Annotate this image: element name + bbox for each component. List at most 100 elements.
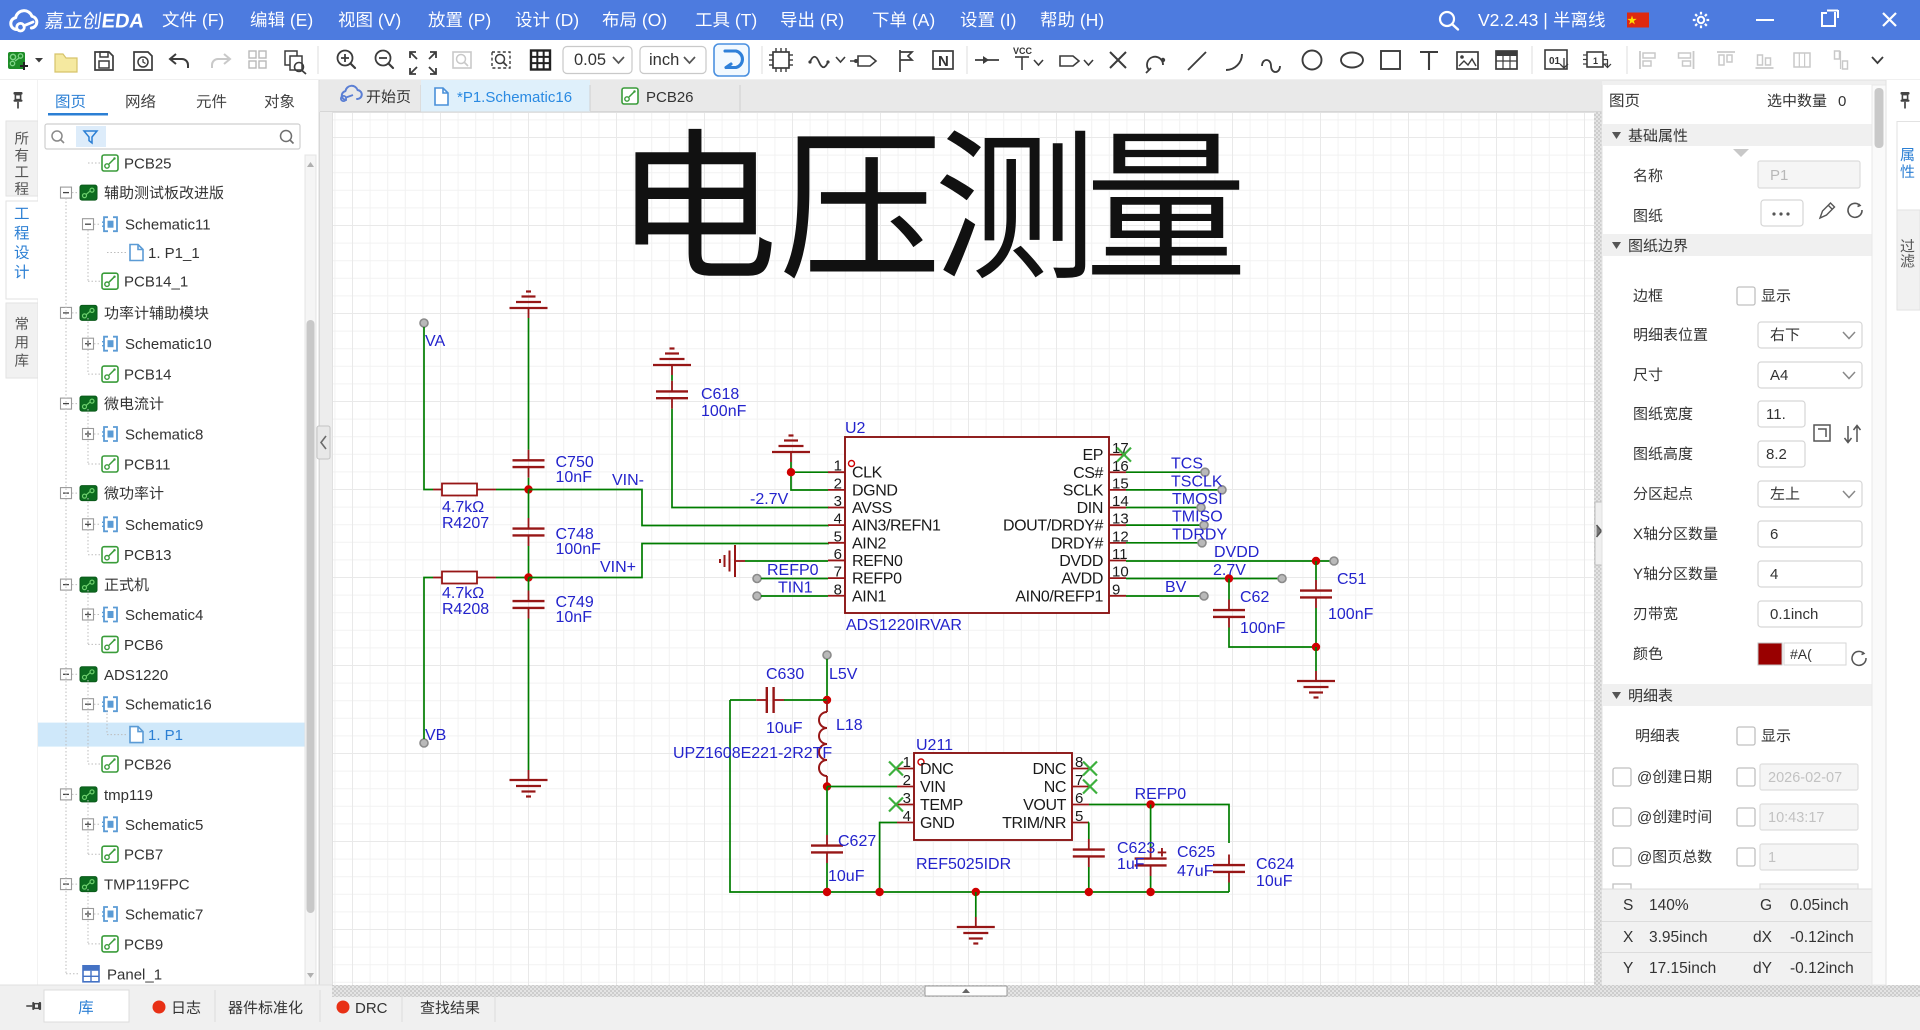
svg-text:4.7kΩ: 4.7kΩ <box>442 585 484 602</box>
svg-text:VIN-: VIN- <box>612 472 644 489</box>
svg-text:AIN1: AIN1 <box>852 588 886 605</box>
svg-text:VCC: VCC <box>1013 46 1033 56</box>
svg-text:AVSS: AVSS <box>852 500 892 517</box>
svg-text:R4208: R4208 <box>442 601 489 618</box>
svg-text:7: 7 <box>1075 772 1083 789</box>
svg-text:PCB11: PCB11 <box>124 457 170 474</box>
svg-text:TMP119FPC: TMP119FPC <box>104 877 190 894</box>
svg-text:VA: VA <box>425 333 445 350</box>
svg-text:DGND: DGND <box>852 482 898 499</box>
svg-text:REF5025IDR: REF5025IDR <box>916 856 1011 873</box>
svg-text:1. P1: 1. P1 <box>148 727 183 744</box>
svg-text:CLK: CLK <box>852 465 883 482</box>
svg-text:10uF: 10uF <box>1256 873 1293 890</box>
svg-text:N: N <box>938 53 949 70</box>
svg-text:140%: 140% <box>1649 897 1689 914</box>
svg-text:1. P1_1: 1. P1_1 <box>148 245 200 262</box>
svg-text:U2: U2 <box>845 420 866 437</box>
svg-text:TCS: TCS <box>1171 456 1203 473</box>
svg-text:100nF: 100nF <box>1240 620 1286 637</box>
svg-text:A4: A4 <box>1770 367 1788 384</box>
svg-text:dX: dX <box>1753 929 1773 946</box>
svg-text:4.7kΩ: 4.7kΩ <box>442 499 484 516</box>
svg-text:4: 4 <box>903 808 911 825</box>
svg-text:*P1.Schematic16: *P1.Schematic16 <box>457 89 572 106</box>
svg-text:1: 1 <box>903 754 911 771</box>
svg-text:-0.12inch: -0.12inch <box>1790 929 1854 946</box>
svg-text:PCB14_1: PCB14_1 <box>124 274 188 291</box>
svg-text:47uF: 47uF <box>1177 863 1214 880</box>
svg-text:8: 8 <box>834 581 842 598</box>
svg-text:Schematic8: Schematic8 <box>125 427 203 444</box>
svg-text:DOUT/DRDY#: DOUT/DRDY# <box>1003 518 1104 535</box>
svg-text:REFN0: REFN0 <box>852 553 903 570</box>
svg-text:dY: dY <box>1753 960 1772 977</box>
svg-text:VB: VB <box>425 727 446 744</box>
svg-text:8.2: 8.2 <box>1766 446 1787 463</box>
svg-text:Schematic5: Schematic5 <box>125 817 203 834</box>
svg-text:EP: EP <box>1082 447 1103 464</box>
svg-text:S: S <box>1623 897 1633 914</box>
svg-text:TSCLK: TSCLK <box>1171 473 1223 490</box>
svg-text:CS#: CS# <box>1073 465 1103 482</box>
svg-text:Schematic4: Schematic4 <box>125 607 203 624</box>
svg-text:PCB14: PCB14 <box>124 367 172 384</box>
svg-text:PCB6: PCB6 <box>124 637 163 654</box>
svg-text:100nF: 100nF <box>556 541 602 558</box>
svg-text:tmp119: tmp119 <box>104 787 153 804</box>
svg-text:PCB26: PCB26 <box>646 89 694 106</box>
svg-text:2: 2 <box>903 772 911 789</box>
svg-text:REFP0: REFP0 <box>767 562 819 579</box>
svg-text:V2.2.43 |: V2.2.43 | <box>1478 10 1548 30</box>
svg-text:DVDD: DVDD <box>1059 553 1103 570</box>
svg-text:C618: C618 <box>701 386 739 403</box>
svg-text:ADS1220: ADS1220 <box>104 667 168 684</box>
svg-text:6: 6 <box>1075 790 1083 807</box>
svg-text:C51: C51 <box>1337 571 1366 588</box>
svg-text:17.15inch: 17.15inch <box>1649 960 1716 977</box>
svg-text:VIN: VIN <box>920 779 945 796</box>
svg-text:Y: Y <box>1623 960 1633 977</box>
svg-text:100nF: 100nF <box>1328 606 1374 623</box>
svg-text:2.7V: 2.7V <box>1213 562 1246 579</box>
svg-text:TRIM/NR: TRIM/NR <box>1002 815 1066 832</box>
svg-text:#A(: #A( <box>1790 646 1812 662</box>
svg-text:Panel_1: Panel_1 <box>107 966 162 983</box>
svg-text:17: 17 <box>1112 440 1129 457</box>
svg-text:DRC: DRC <box>355 1000 388 1017</box>
svg-text:U211: U211 <box>916 737 953 754</box>
svg-text:VOUT: VOUT <box>1023 797 1066 814</box>
svg-text:SCLK: SCLK <box>1063 482 1104 499</box>
svg-text:C624: C624 <box>1256 856 1294 873</box>
svg-text:DNC: DNC <box>1033 761 1066 778</box>
svg-text:01: 01 <box>1549 56 1561 67</box>
svg-text:PCB26: PCB26 <box>124 757 172 774</box>
svg-text:Schematic11: Schematic11 <box>125 217 211 234</box>
svg-text:2: 2 <box>834 475 842 492</box>
svg-text:L5V: L5V <box>829 666 858 683</box>
svg-text:4: 4 <box>834 511 842 528</box>
svg-text:1: 1 <box>1768 850 1776 866</box>
svg-text:X: X <box>1623 929 1634 946</box>
svg-text:NC: NC <box>1044 779 1066 796</box>
svg-text:C630: C630 <box>766 666 804 683</box>
svg-text:AIN2: AIN2 <box>852 535 886 552</box>
svg-text:REFP0: REFP0 <box>852 571 902 588</box>
svg-text:-0.12inch: -0.12inch <box>1790 960 1854 977</box>
svg-text:PCB7: PCB7 <box>124 847 163 864</box>
svg-text:BV: BV <box>1165 579 1187 596</box>
svg-text:8: 8 <box>1075 754 1083 771</box>
svg-text:11: 11 <box>1112 546 1128 563</box>
svg-text:0: 0 <box>1838 93 1846 110</box>
svg-text:PCB9: PCB9 <box>124 936 163 953</box>
svg-text:TMISO: TMISO <box>1172 509 1223 526</box>
svg-text:5: 5 <box>834 528 842 545</box>
svg-text:AVDD: AVDD <box>1061 571 1103 588</box>
svg-text:1: 1 <box>1593 56 1598 66</box>
svg-text:VIN+: VIN+ <box>600 559 636 576</box>
svg-text:AIN3/REFN1: AIN3/REFN1 <box>852 518 941 535</box>
svg-text:PCB13: PCB13 <box>124 547 172 564</box>
svg-text:11.: 11. <box>1766 406 1786 423</box>
svg-text:C627: C627 <box>838 833 876 850</box>
svg-text:10:43:17: 10:43:17 <box>1768 810 1824 826</box>
